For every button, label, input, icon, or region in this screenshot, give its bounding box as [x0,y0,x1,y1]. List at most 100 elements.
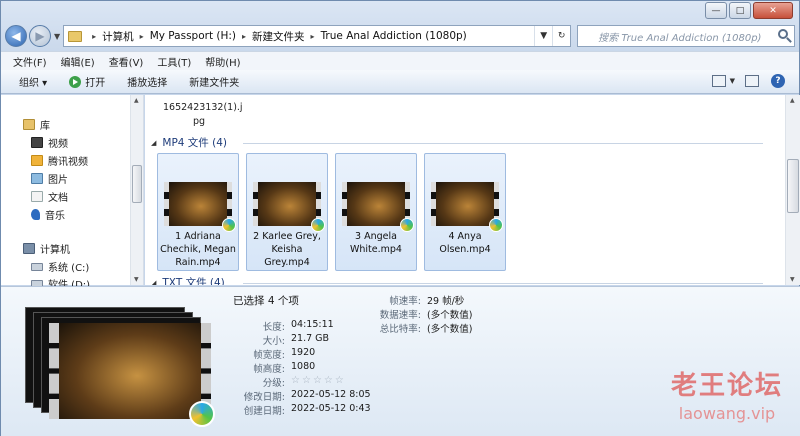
search-icon[interactable] [778,29,788,39]
minimize-button[interactable]: — [705,2,727,19]
recent-pages-dropdown[interactable]: ▼ [54,32,60,41]
breadcrumb-new-folder[interactable]: 新建文件夹 [252,29,305,44]
menu-help[interactable]: 帮助(H) [205,54,240,69]
star-icon[interactable]: ☆ [302,375,311,389]
star-icon[interactable]: ☆ [313,375,322,389]
prop-value: 21.7 GB [291,333,330,344]
scroll-up-icon[interactable]: ▲ [790,97,795,104]
nav-label: 图片 [48,175,68,186]
nav-computer[interactable]: 计算机 [23,241,70,256]
file-name: 1 Adriana Chechik, Megan Rain.mp4 [160,231,236,268]
title-bar: — □ ✕ [1,1,799,21]
prop-key: 总比特率: [379,324,421,335]
refresh-icon[interactable]: ↻ [552,26,570,46]
computer-icon [23,243,35,254]
group-header-txt[interactable]: ◢ TXT 文件 (4) [151,275,763,286]
chevron-right-icon[interactable]: ▸ [140,32,144,41]
forward-button[interactable]: ▶ [29,25,51,47]
back-button[interactable]: ◀ [5,25,27,47]
open-button[interactable]: 打开 [69,74,105,89]
star-icon[interactable]: ☆ [324,375,333,389]
prop-value: 1080 [291,361,316,372]
nav-videos[interactable]: 视频 [31,135,68,150]
view-dropdown-icon[interactable]: ▼ [730,77,735,85]
breadcrumb-current-folder[interactable]: True Anal Addiction (1080p) [321,30,467,42]
documents-icon [31,191,43,202]
group-header-mp4[interactable]: ◢ MP4 文件 (4) [151,135,763,150]
star-icon[interactable]: ☆ [291,375,300,389]
file-tile[interactable]: 2 Karlee Grey, Keisha Grey.mp4 [246,153,328,271]
drive-icon [31,262,43,271]
library-icon [23,119,35,130]
tencent-video-icon [31,155,43,166]
scroll-down-icon[interactable]: ▼ [790,276,795,283]
new-folder-button[interactable]: 新建文件夹 [189,74,239,89]
nav-pictures[interactable]: 图片 [31,171,68,186]
scroll-up-icon[interactable]: ▲ [134,97,139,104]
nav-tencent-video[interactable]: 腾讯视频 [31,153,88,168]
details-properties-secondary: 帧速率: 29 帧/秒 数据速率: (多个数值) 总比特率: (多个数值) [363,293,473,335]
watermark-cn: 老王论坛 [670,371,783,401]
close-button[interactable]: ✕ [753,2,793,19]
menu-file[interactable]: 文件(F) [13,54,47,69]
video-thumbnail [253,182,325,232]
prop-key: 大小: [262,336,285,347]
folder-icon [68,30,83,42]
play-selection-button[interactable]: 播放选择 [127,74,167,89]
file-tile[interactable]: 3 Angela White.mp4 [335,153,417,271]
address-bar[interactable]: ▸ 计算机 ▸ My Passport (H:) ▸ 新建文件夹 ▸ True … [63,25,572,47]
nav-drive-c[interactable]: 系统 (C:) [31,259,89,274]
video-thumbnail [342,182,414,232]
menu-view[interactable]: 查看(V) [109,54,144,69]
nav-label: 腾讯视频 [48,157,88,168]
chevron-right-icon[interactable]: ▸ [242,32,246,41]
breadcrumb-drive[interactable]: My Passport (H:) [150,30,236,42]
nav-libraries[interactable]: 库 [23,117,50,132]
file-name: 2 Karlee Grey, Keisha Grey.mp4 [253,231,321,268]
menu-tools[interactable]: 工具(T) [157,54,191,69]
content-scroll-thumb[interactable] [787,159,799,213]
help-icon[interactable]: ? [771,74,785,88]
video-thumbnail [164,182,236,232]
collapse-icon[interactable]: ◢ [151,139,156,147]
chevron-right-icon[interactable]: ▸ [311,32,315,41]
nav-scrollbar[interactable]: ▲ ▼ [130,95,143,285]
nav-documents[interactable]: 文档 [31,189,68,204]
video-thumbnail [431,182,503,232]
search-input[interactable]: 搜索 True Anal Addiction (1080p) [577,25,795,47]
nav-label: 计算机 [40,245,70,256]
prop-value: (多个数值) [427,310,473,321]
file-tile[interactable]: 4 Anya Olsen.mp4 [424,153,506,271]
jpg-name-line: 1652423132(1).j [163,102,243,113]
play-icon [69,75,82,88]
jpg-file-label[interactable]: 1652423132(1).j pg [163,101,243,129]
view-options-icon[interactable] [711,75,726,87]
organize-button[interactable]: 组织 ▾ [19,74,47,89]
file-tile[interactable]: 1 Adriana Chechik, Megan Rain.mp4 [157,153,239,271]
scroll-down-icon[interactable]: ▼ [134,276,139,283]
prop-value: 1920 [291,347,316,358]
jpg-name-line: pg [192,116,206,127]
nav-music[interactable]: 音乐 [31,207,65,222]
menu-edit[interactable]: 编辑(E) [61,54,95,69]
nav-scroll-thumb[interactable] [132,165,142,203]
group-divider [243,283,763,284]
chevron-right-icon[interactable]: ▸ [92,32,96,41]
group-label: TXT 文件 (4) [162,277,225,285]
group-label: MP4 文件 (4) [162,137,228,149]
content-scrollbar[interactable]: ▲ ▼ [785,95,800,285]
rating-stars[interactable]: ☆ ☆ ☆ ☆ ☆ [291,375,346,389]
star-icon[interactable]: ☆ [335,375,344,389]
preview-pane-icon[interactable] [745,75,759,87]
collapse-icon[interactable]: ◢ [151,279,156,286]
prop-key: 帧速率: [389,296,421,307]
selection-count: 已选择 4 个项 [233,295,299,307]
prop-key: 帧高度: [253,364,285,375]
maximize-button[interactable]: □ [729,2,751,19]
watermark-en: laowang.vip [678,404,776,423]
video-library-icon [31,137,43,148]
file-name: 4 Anya Olsen.mp4 [439,231,491,255]
tencent-video-icon [189,401,215,427]
address-dropdown-icon[interactable]: ▼ [534,26,552,46]
breadcrumb-computer[interactable]: 计算机 [102,29,134,44]
